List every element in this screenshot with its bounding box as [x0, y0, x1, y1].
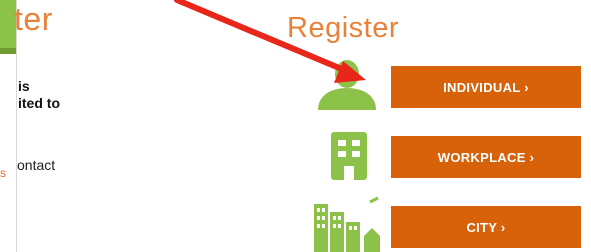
- workplace-button[interactable]: WORKPLACE ›: [391, 136, 581, 178]
- left-panel-title: ter: [14, 1, 53, 37]
- individual-button[interactable]: INDIVIDUAL ›: [391, 66, 581, 108]
- left-panel-tab-shadow: [0, 48, 16, 54]
- register-title: Register: [287, 12, 399, 44]
- left-panel-text-line-2: ited to: [18, 95, 60, 111]
- person-icon: [318, 60, 376, 110]
- left-panel-text-line-1: is: [18, 78, 30, 94]
- city-icon: [314, 196, 380, 252]
- building-icon: [331, 132, 367, 180]
- left-panel-link-fragment[interactable]: s: [0, 166, 6, 180]
- left-panel-contact-text: ontact: [17, 157, 56, 173]
- city-button[interactable]: CITY ›: [391, 206, 581, 248]
